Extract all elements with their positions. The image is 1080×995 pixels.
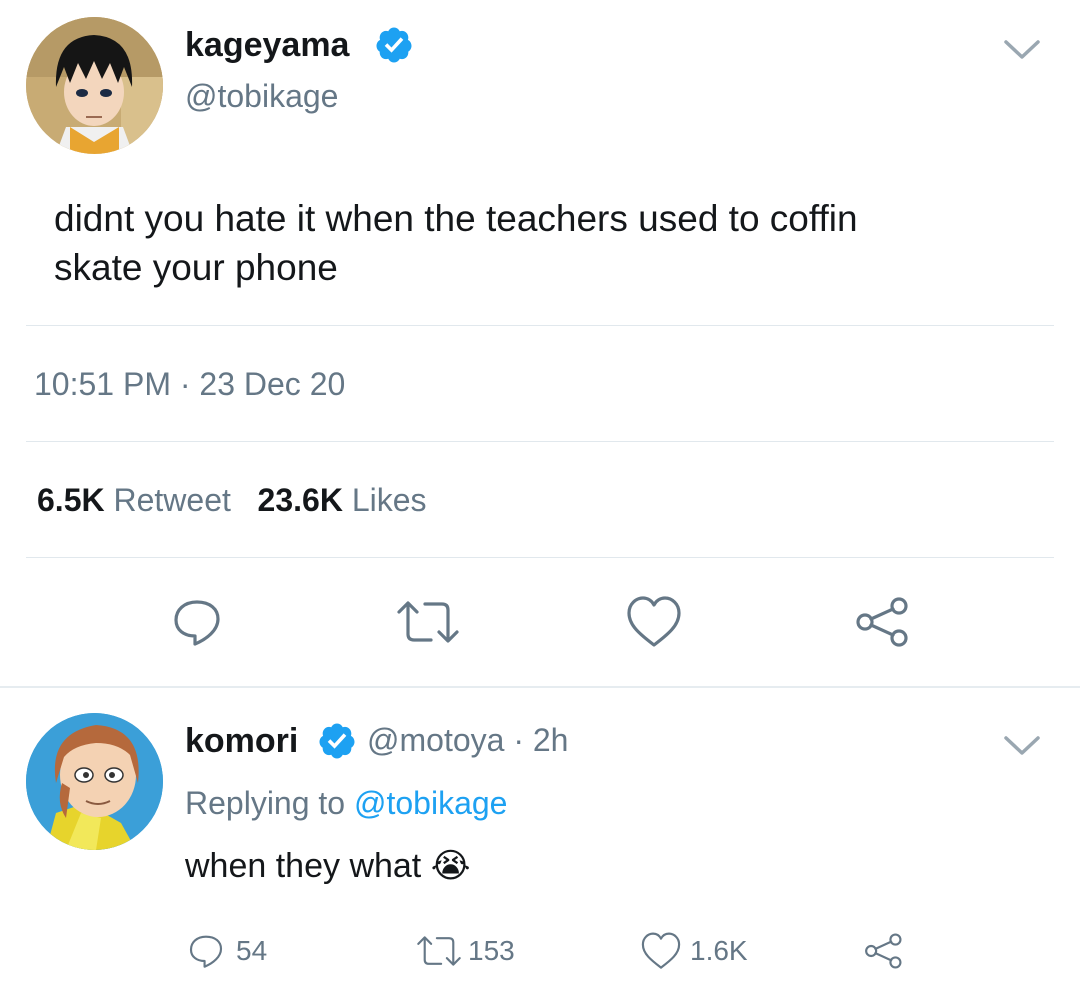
reply-display-name[interactable]: komori <box>185 722 298 761</box>
reply-icon <box>174 600 220 646</box>
reply-count: 54 <box>236 935 268 966</box>
tweet-date: 23 Dec 20 <box>199 366 346 402</box>
tweet-text-line-1: didnt you hate it when the teachers used… <box>54 198 858 239</box>
retweet-count: 153 <box>468 935 515 966</box>
tweet-timestamp[interactable]: 10:51 PM · 23 Dec 20 <box>34 366 345 403</box>
tweet-stats: 6.5K Retweet 23.6K Likes <box>37 482 427 519</box>
divider <box>26 441 1054 442</box>
tweet-time: 10:51 PM <box>34 366 171 402</box>
replying-prefix: Replying to <box>185 785 354 821</box>
reply-reply-button[interactable]: 54 <box>186 931 267 971</box>
separator: · <box>179 366 191 402</box>
verified-badge-icon <box>317 721 357 761</box>
avatar[interactable] <box>26 17 163 154</box>
reply-button[interactable] <box>166 594 228 650</box>
replying-to-link[interactable]: @tobikage <box>354 785 507 821</box>
divider <box>26 325 1054 326</box>
reply-icon <box>189 935 223 968</box>
share-icon <box>865 933 902 969</box>
chevron-down-icon[interactable] <box>1002 734 1042 758</box>
likes-stat[interactable]: 23.6K Likes <box>258 482 427 518</box>
reply-handle-line: @motoya · 2h <box>367 722 568 759</box>
retweets-label: Retweet <box>113 482 231 518</box>
retweet-icon <box>397 601 459 643</box>
likes-count: 23.6K <box>257 482 343 518</box>
retweets-count: 6.5K <box>37 482 105 518</box>
heart-icon <box>641 932 681 969</box>
reply-text: when they what 😭 <box>185 846 470 886</box>
reply-retweet-button[interactable]: 153 <box>414 931 515 971</box>
likes-label: Likes <box>351 482 427 518</box>
reply-like-button[interactable]: 1.6K <box>640 931 748 971</box>
reply-handle[interactable]: @motoya <box>367 722 504 758</box>
retweet-button[interactable] <box>393 594 463 650</box>
crying-face-emoji: 😭 <box>430 847 471 885</box>
replying-to: Replying to @tobikage <box>185 785 507 822</box>
reply-avatar[interactable] <box>26 713 163 850</box>
share-icon <box>856 597 908 647</box>
tweet-text-line-2: skate your phone <box>54 247 338 288</box>
retweet-icon <box>417 936 461 966</box>
reply-time: · 2h <box>513 722 569 758</box>
heart-icon <box>627 596 681 647</box>
like-button[interactable] <box>624 594 684 650</box>
divider <box>26 557 1054 558</box>
handle[interactable]: @tobikage <box>185 78 338 115</box>
reply-share-button[interactable] <box>862 931 906 976</box>
like-count: 1.6K <box>690 935 748 966</box>
share-button[interactable] <box>852 594 914 650</box>
section-divider <box>0 686 1080 688</box>
retweets-stat[interactable]: 6.5K Retweet <box>37 482 231 518</box>
reply-text-body: when they what <box>185 847 422 885</box>
chevron-down-icon[interactable] <box>1002 38 1042 62</box>
verified-badge-icon <box>374 25 414 65</box>
display-name[interactable]: kageyama <box>185 26 349 65</box>
